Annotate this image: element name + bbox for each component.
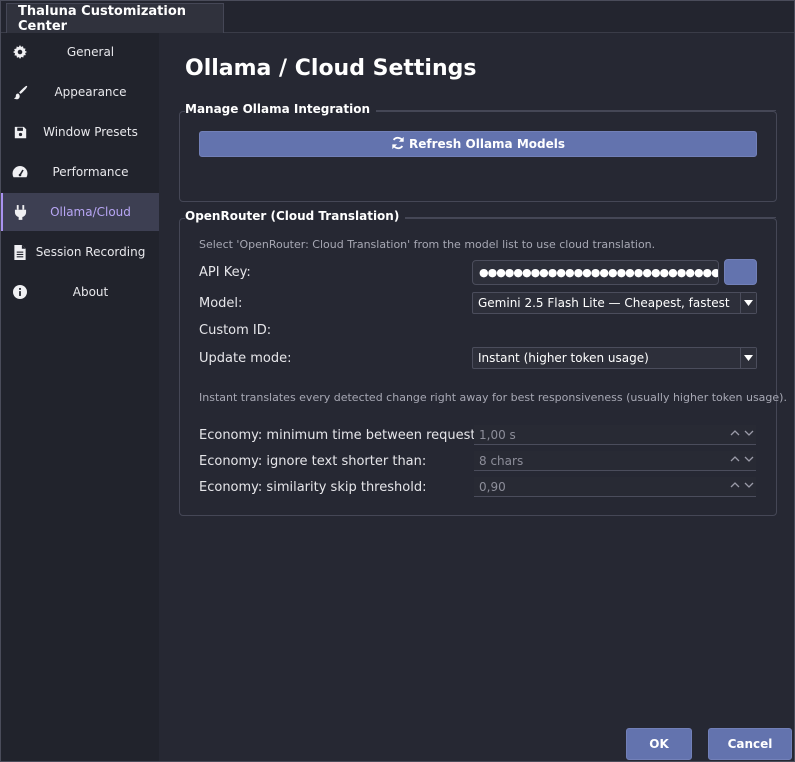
- spin-buttons[interactable]: [730, 454, 754, 464]
- api-key-input[interactable]: ●●●●●●●●●●●●●●●●●●●●●●●●●●●●●●●●: [472, 260, 719, 285]
- spin-buttons[interactable]: [730, 428, 754, 438]
- sidebar-item-label: Window Presets: [43, 125, 138, 139]
- economy-similarity-label: Economy: similarity skip threshold:: [199, 480, 427, 495]
- info-icon: [12, 284, 28, 300]
- sidebar-item-label: Session Recording: [35, 245, 146, 259]
- tab-customization-center[interactable]: Thaluna Customization Center: [6, 3, 224, 34]
- gear-icon: [12, 44, 28, 60]
- sidebar-item-window-presets[interactable]: Window Presets: [0, 113, 159, 151]
- economy-similarity-spinbox[interactable]: 0,90: [474, 477, 756, 497]
- page-title: Ollama / Cloud Settings: [185, 56, 477, 81]
- sidebar-item-performance[interactable]: Performance: [0, 153, 159, 191]
- chevron-down-icon[interactable]: [744, 454, 754, 464]
- economy-min-time-label: Economy: minimum time between requests:: [199, 428, 487, 443]
- chevron-up-icon[interactable]: [730, 480, 740, 490]
- sidebar-item-session-recording[interactable]: Session Recording: [0, 233, 159, 271]
- sidebar-item-general[interactable]: General: [0, 33, 159, 71]
- chevron-down-icon[interactable]: [744, 480, 754, 490]
- refresh-icon: [391, 136, 405, 153]
- sidebar-item-label: Ollama/Cloud: [50, 205, 131, 219]
- chevron-up-icon[interactable]: [730, 428, 740, 438]
- api-key-action-button[interactable]: [724, 259, 757, 285]
- gauge-icon: [12, 164, 28, 180]
- chevron-down-icon[interactable]: [744, 428, 754, 438]
- plug-icon: [12, 204, 28, 220]
- tab-bar: Thaluna Customization Center: [0, 0, 795, 34]
- sidebar-item-label: About: [72, 285, 109, 299]
- brush-icon: [12, 84, 28, 100]
- openrouter-hint: Select 'OpenRouter: Cloud Translation' f…: [199, 238, 656, 251]
- economy-ignore-short-label: Economy: ignore text shorter than:: [199, 454, 427, 469]
- sidebar-item-label: Appearance: [54, 85, 127, 99]
- save-icon: [12, 124, 28, 140]
- refresh-button-label: Refresh Ollama Models: [409, 137, 565, 151]
- model-select-value: Gemini 2.5 Flash Lite — Cheapest, fastes…: [478, 296, 730, 310]
- sidebar: General Appearance Window Presets Perfor…: [0, 33, 159, 762]
- chevron-up-icon[interactable]: [730, 454, 740, 464]
- spin-buttons[interactable]: [730, 480, 754, 490]
- ok-button[interactable]: OK: [626, 728, 692, 760]
- economy-min-time-value: 1,00 s: [479, 427, 516, 442]
- cancel-button[interactable]: Cancel: [708, 728, 792, 760]
- sidebar-item-about[interactable]: About: [0, 273, 159, 311]
- sidebar-item-label: Performance: [52, 165, 129, 179]
- refresh-ollama-models-button[interactable]: Refresh Ollama Models: [199, 131, 757, 157]
- update-mode-value: Instant (higher token usage): [478, 351, 649, 365]
- active-indicator: [0, 193, 3, 231]
- model-select[interactable]: Gemini 2.5 Flash Lite — Cheapest, fastes…: [472, 292, 757, 314]
- openrouter-group-title: OpenRouter (Cloud Translation): [185, 209, 406, 223]
- economy-min-time-spinbox[interactable]: 1,00 s: [474, 425, 756, 445]
- api-key-label: API Key:: [199, 265, 251, 280]
- sidebar-item-ollama-cloud[interactable]: Ollama/Cloud: [0, 193, 159, 231]
- model-label: Model:: [199, 296, 243, 311]
- economy-ignore-short-value: 8 chars: [479, 453, 524, 468]
- update-mode-hint: Instant translates every detected change…: [199, 391, 787, 404]
- economy-ignore-short-spinbox[interactable]: 8 chars: [474, 451, 756, 471]
- update-mode-label: Update mode:: [199, 351, 292, 366]
- ollama-group-title: Manage Ollama Integration: [185, 102, 377, 116]
- sidebar-item-label: General: [66, 45, 115, 59]
- custom-id-label: Custom ID:: [199, 323, 272, 338]
- chevron-down-icon: [740, 348, 756, 368]
- chevron-down-icon: [740, 293, 756, 313]
- document-icon: [12, 244, 28, 260]
- economy-similarity-value: 0,90: [479, 479, 506, 494]
- update-mode-select[interactable]: Instant (higher token usage): [472, 347, 757, 369]
- sidebar-item-appearance[interactable]: Appearance: [0, 73, 159, 111]
